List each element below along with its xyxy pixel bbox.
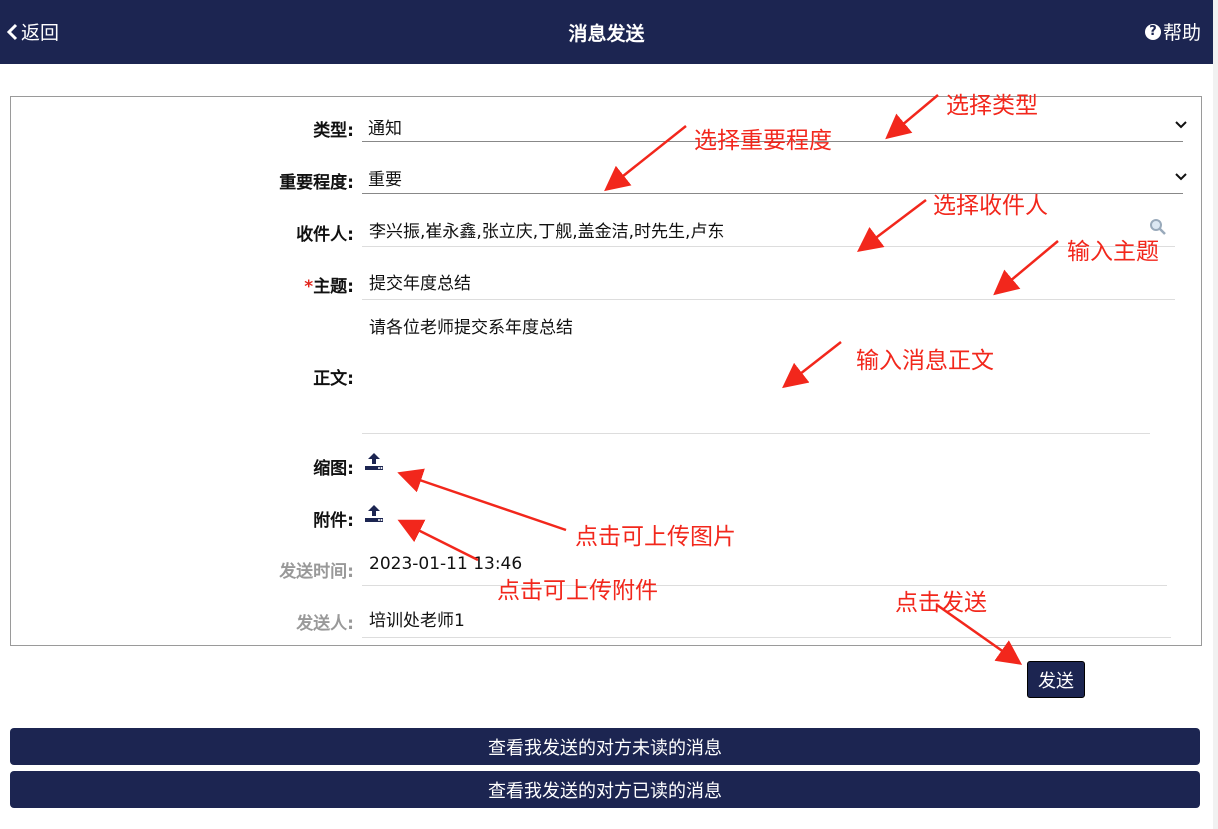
help-button[interactable]: ? 帮助 <box>1144 18 1201 45</box>
importance-underline <box>362 193 1183 194</box>
importance-select[interactable]: 重要 <box>368 165 402 190</box>
sender-underline <box>362 637 1171 638</box>
chevron-down-icon <box>1175 121 1187 129</box>
send-button[interactable]: 发送 <box>1027 661 1085 698</box>
annotation-click-send: 点击发送 <box>895 590 987 616</box>
subject-label: *主题: <box>304 277 354 297</box>
message-form: 类型: 通知 重要程度: 重要 收件人: 李兴振,崔永鑫,张立庆,丁舰,盖金洁,… <box>10 96 1202 646</box>
view-read-button[interactable]: 查看我发送的对方已读的消息 <box>10 771 1200 808</box>
annotation-upload-attachment: 点击可上传附件 <box>497 578 658 604</box>
type-select[interactable]: 通知 <box>368 114 402 139</box>
upload-icon[interactable] <box>364 503 384 523</box>
subject-underline <box>362 299 1175 300</box>
send-time-underline <box>362 585 1167 586</box>
annotation-select-recipients: 选择收件人 <box>933 193 1048 219</box>
annotation-upload-image: 点击可上传图片 <box>575 524 736 550</box>
thumbnail-label: 缩图: <box>313 459 354 479</box>
annotation-enter-body: 输入消息正文 <box>856 348 994 374</box>
body-textarea[interactable]: 请各位老师提交系年度总结 <box>369 313 573 338</box>
annotation-select-type: 选择类型 <box>946 93 1038 119</box>
scrollbar[interactable] <box>1213 0 1218 829</box>
page-title: 消息发送 <box>568 23 645 45</box>
recipients-underline <box>362 246 1175 247</box>
chevron-down-icon <box>1175 173 1187 181</box>
recipients-label: 收件人: <box>296 225 354 245</box>
upload-icon[interactable] <box>364 451 384 471</box>
type-label: 类型: <box>313 121 354 141</box>
help-label: 帮助 <box>1162 22 1201 44</box>
help-circle-icon: ? <box>1144 23 1161 40</box>
annotation-select-importance: 选择重要程度 <box>694 128 832 154</box>
body-underline <box>362 433 1150 434</box>
recipients-field[interactable]: 李兴振,崔永鑫,张立庆,丁舰,盖金洁,时先生,卢东 <box>369 217 724 242</box>
header-bar: 返回 消息发送 ? 帮助 <box>0 0 1213 64</box>
annotation-enter-subject: 输入主题 <box>1067 239 1159 265</box>
sender-label: 发送人: <box>296 614 354 634</box>
sender-value: 培训处老师1 <box>369 611 465 631</box>
subject-input[interactable]: 提交年度总结 <box>369 269 471 294</box>
view-unread-button[interactable]: 查看我发送的对方未读的消息 <box>10 728 1200 765</box>
importance-label: 重要程度: <box>279 173 354 193</box>
required-mark: * <box>304 277 314 297</box>
body-label: 正文: <box>313 369 354 389</box>
attachment-label: 附件: <box>313 511 354 531</box>
send-time-label: 发送时间: <box>279 562 354 582</box>
